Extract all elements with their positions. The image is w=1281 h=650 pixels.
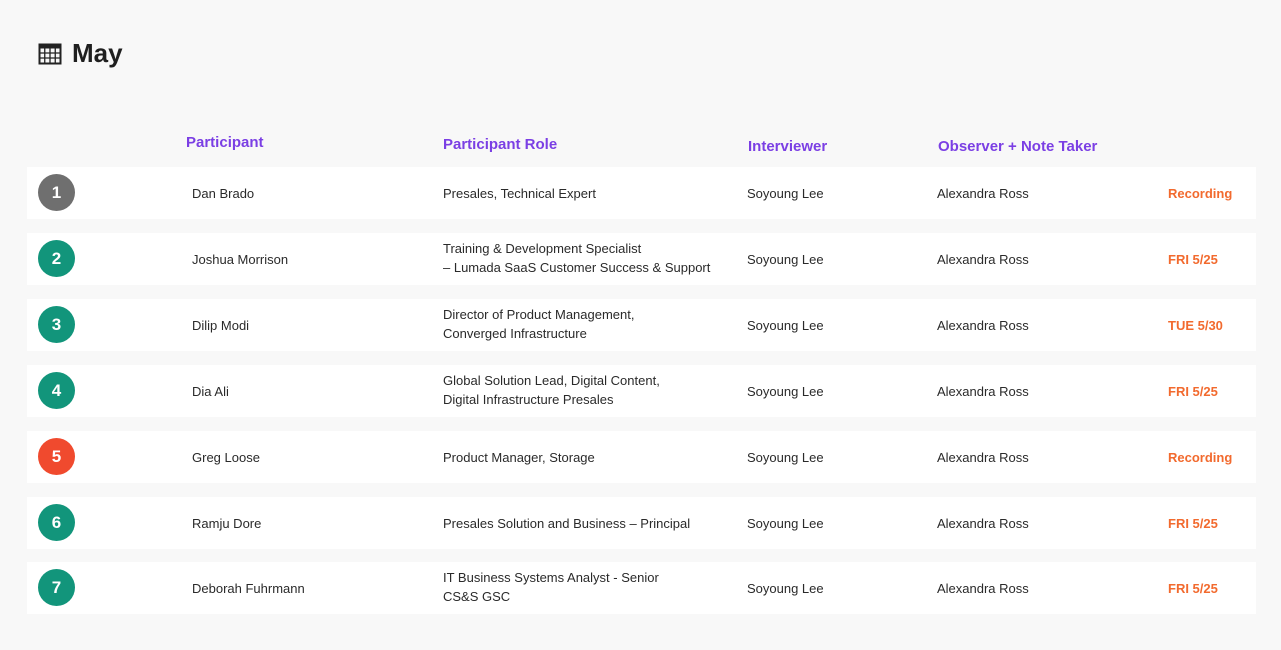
participant-role-line: Training & Development Specialist bbox=[443, 241, 642, 256]
session-status: Recording bbox=[1168, 450, 1233, 465]
participant-role: Product Manager, Storage bbox=[443, 448, 595, 467]
table-row[interactable]: 7 Deborah Fuhrmann IT Business Systems Ana… bbox=[27, 562, 1256, 614]
calendar-icon bbox=[38, 43, 62, 64]
table-row[interactable]: 5 Greg Loose Product Manager, Storage Soyou… bbox=[27, 431, 1256, 483]
observer-name: Alexandra Ross bbox=[937, 450, 1029, 465]
participant-role: Director of Product Management, Converged… bbox=[443, 305, 634, 343]
column-header-role: Participant Role bbox=[443, 136, 558, 153]
interviewer-name: Soyoung Lee bbox=[747, 450, 824, 465]
session-status: FRI 5/25 bbox=[1168, 516, 1218, 531]
table-row[interactable]: 1 Dan Brado Presales, Technical Expert Soyo… bbox=[27, 167, 1256, 219]
column-header-observer: Observer + Note Taker bbox=[938, 138, 1098, 155]
observer-name: Alexandra Ross bbox=[937, 581, 1029, 596]
session-status: FRI 5/25 bbox=[1168, 252, 1218, 267]
row-number-badge: 2 bbox=[38, 240, 75, 277]
participant-role-line: Digital Infrastructure Presales bbox=[443, 392, 614, 407]
participant-name: Deborah Fuhrmann bbox=[192, 581, 305, 596]
participant-role: Training & Development Specialist – Lumad… bbox=[443, 239, 710, 277]
interviewer-name: Soyoung Lee bbox=[747, 384, 824, 399]
page: May Participant Participant Role Intervi… bbox=[0, 0, 1281, 650]
observer-name: Alexandra Ross bbox=[937, 186, 1029, 201]
interviewer-name: Soyoung Lee bbox=[747, 516, 824, 531]
participant-role-line: Director of Product Management, bbox=[443, 307, 635, 322]
session-status: FRI 5/25 bbox=[1168, 384, 1218, 399]
session-status: FRI 5/25 bbox=[1168, 581, 1218, 596]
participant-role-line: Presales, Technical Expert bbox=[443, 186, 596, 201]
participant-name: Dia Ali bbox=[192, 384, 229, 399]
row-number-badge: 4 bbox=[38, 372, 75, 409]
page-title: May bbox=[72, 38, 123, 68]
row-number-badge: 7 bbox=[38, 569, 75, 606]
participant-role-line: CS&S GSC bbox=[443, 589, 511, 604]
row-number-badge: 3 bbox=[38, 306, 75, 343]
participant-role-line: Converged Infrastructure bbox=[443, 326, 587, 341]
observer-name: Alexandra Ross bbox=[937, 318, 1029, 333]
interviewer-name: Soyoung Lee bbox=[747, 318, 824, 333]
column-header-interviewer: Interviewer bbox=[748, 138, 828, 155]
column-header-participant: Participant bbox=[186, 134, 264, 151]
interviewer-name: Soyoung Lee bbox=[747, 252, 824, 267]
table-row[interactable]: 3 Dilip Modi Director of Product Managemen… bbox=[27, 299, 1256, 351]
interviewer-name: Soyoung Lee bbox=[747, 186, 824, 201]
participant-role-line: Global Solution Lead, Digital Content, bbox=[443, 373, 660, 388]
observer-name: Alexandra Ross bbox=[937, 516, 1029, 531]
participant-name: Joshua Morrison bbox=[192, 252, 289, 267]
page-header: May bbox=[38, 38, 123, 69]
participant-role-line: Product Manager, Storage bbox=[443, 450, 595, 465]
participant-role-line: Presales Solution and Business – Princip… bbox=[443, 516, 691, 531]
session-status: Recording bbox=[1168, 186, 1233, 201]
observer-name: Alexandra Ross bbox=[937, 384, 1029, 399]
participant-name: Greg Loose bbox=[192, 450, 260, 465]
participant-role: Global Solution Lead, Digital Content, Di… bbox=[443, 371, 660, 409]
participant-role: Presales, Technical Expert bbox=[443, 184, 596, 203]
participant-name: Dilip Modi bbox=[192, 318, 250, 333]
interviewer-name: Soyoung Lee bbox=[747, 581, 824, 596]
row-number-badge: 1 bbox=[38, 174, 75, 211]
participant-role-line: – Lumada SaaS Customer Success & Support bbox=[443, 260, 711, 275]
row-number-badge: 5 bbox=[38, 438, 75, 475]
participant-name: Dan Brado bbox=[192, 186, 255, 201]
participant-role: Presales Solution and Business – Princip… bbox=[443, 514, 690, 533]
participant-role: IT Business Systems Analyst - Senior CS&S… bbox=[443, 568, 659, 606]
session-status: TUE 5/30 bbox=[1168, 318, 1223, 333]
observer-name: Alexandra Ross bbox=[937, 252, 1029, 267]
row-number-badge: 6 bbox=[38, 504, 75, 541]
table-row[interactable]: 6 Ramju Dore Presales Solution and Busines… bbox=[27, 497, 1256, 549]
participant-name: Ramju Dore bbox=[192, 516, 262, 531]
table-row[interactable]: 4 Dia Ali Global Solution Lead, Digital Co… bbox=[27, 365, 1256, 417]
table-row[interactable]: 2 Joshua Morrison Training & Development S… bbox=[27, 233, 1256, 285]
participant-role-line: IT Business Systems Analyst - Senior bbox=[443, 570, 659, 585]
